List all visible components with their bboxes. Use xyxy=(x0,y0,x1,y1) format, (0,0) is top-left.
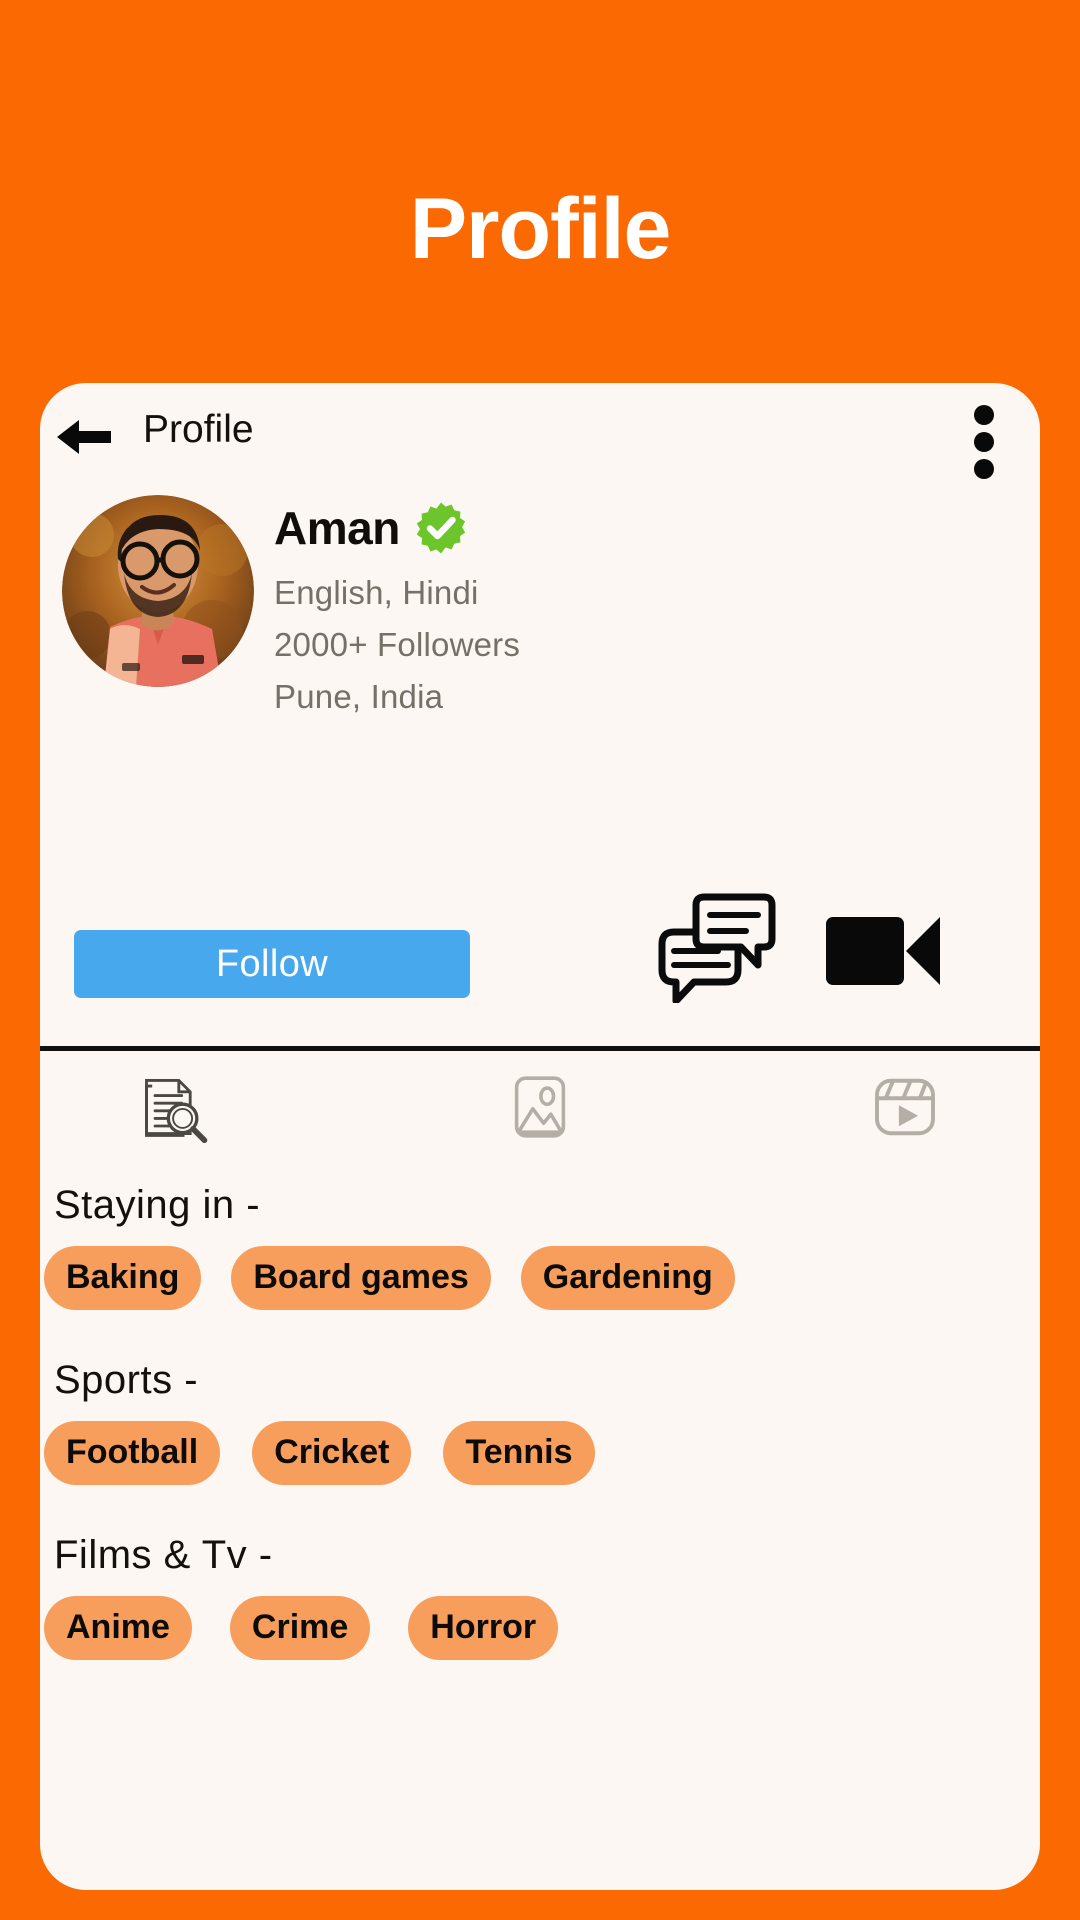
interest-tag[interactable]: Tennis xyxy=(443,1421,595,1485)
follow-button[interactable]: Follow xyxy=(74,930,470,998)
interest-tag[interactable]: Anime xyxy=(44,1596,192,1660)
interest-section: Films & Tv - Anime Crime Horror xyxy=(40,1533,1040,1660)
interest-section: Sports - Football Cricket Tennis xyxy=(40,1358,1040,1485)
interest-section: Staying in - Baking Board games Gardenin… xyxy=(40,1183,1040,1310)
identity-block: Aman English, Hindi 2000+ Followers Pune… xyxy=(274,498,974,716)
video-reel-icon xyxy=(870,1072,940,1147)
document-search-icon xyxy=(137,1069,213,1150)
tab-bar xyxy=(40,1051,1040,1167)
tag-row: Football Cricket Tennis xyxy=(44,1421,1040,1485)
profile-location: Pune, India xyxy=(274,678,444,715)
verified-badge-icon xyxy=(414,501,468,555)
kebab-menu-icon[interactable] xyxy=(974,405,994,479)
section-heading: Sports - xyxy=(54,1358,199,1402)
interest-tag[interactable]: Baking xyxy=(44,1246,202,1310)
profile-name: Aman xyxy=(274,502,400,554)
back-arrow-icon[interactable] xyxy=(53,415,115,459)
profile-followers: 2000+ Followers xyxy=(274,626,521,663)
kebab-dot xyxy=(974,405,994,425)
chat-bubbles-icon[interactable] xyxy=(658,893,776,1005)
interest-tag[interactable]: Cricket xyxy=(252,1421,412,1485)
tag-row: Anime Crime Horror xyxy=(44,1596,1040,1660)
interest-tag[interactable]: Board games xyxy=(231,1246,491,1310)
kebab-dot xyxy=(974,459,994,479)
avatar[interactable] xyxy=(62,495,254,687)
app-bar: Profile xyxy=(40,383,1040,488)
interest-tag[interactable]: Horror xyxy=(408,1596,559,1660)
interest-tag[interactable]: Football xyxy=(44,1421,221,1485)
app-bar-title: Profile xyxy=(143,408,254,451)
tab-reels[interactable] xyxy=(845,1051,965,1167)
interest-tag[interactable]: Crime xyxy=(229,1596,371,1660)
section-heading: Staying in - xyxy=(54,1183,261,1227)
video-camera-icon[interactable] xyxy=(824,911,942,991)
page-title: Profile xyxy=(409,181,672,277)
profile-card: Profile Aman English, Hindi 2000+ Follow… xyxy=(40,383,1040,1890)
tag-row: Baking Board games Gardening xyxy=(44,1246,1040,1310)
profile-languages: English, Hindi xyxy=(274,574,479,611)
tab-photos[interactable] xyxy=(480,1051,600,1167)
tab-posts[interactable] xyxy=(115,1051,235,1167)
image-icon xyxy=(504,1071,576,1148)
section-heading: Films & Tv - xyxy=(54,1533,273,1577)
name-row: Aman xyxy=(274,498,974,558)
interest-tag[interactable]: Gardening xyxy=(520,1246,735,1310)
kebab-dot xyxy=(974,432,994,452)
